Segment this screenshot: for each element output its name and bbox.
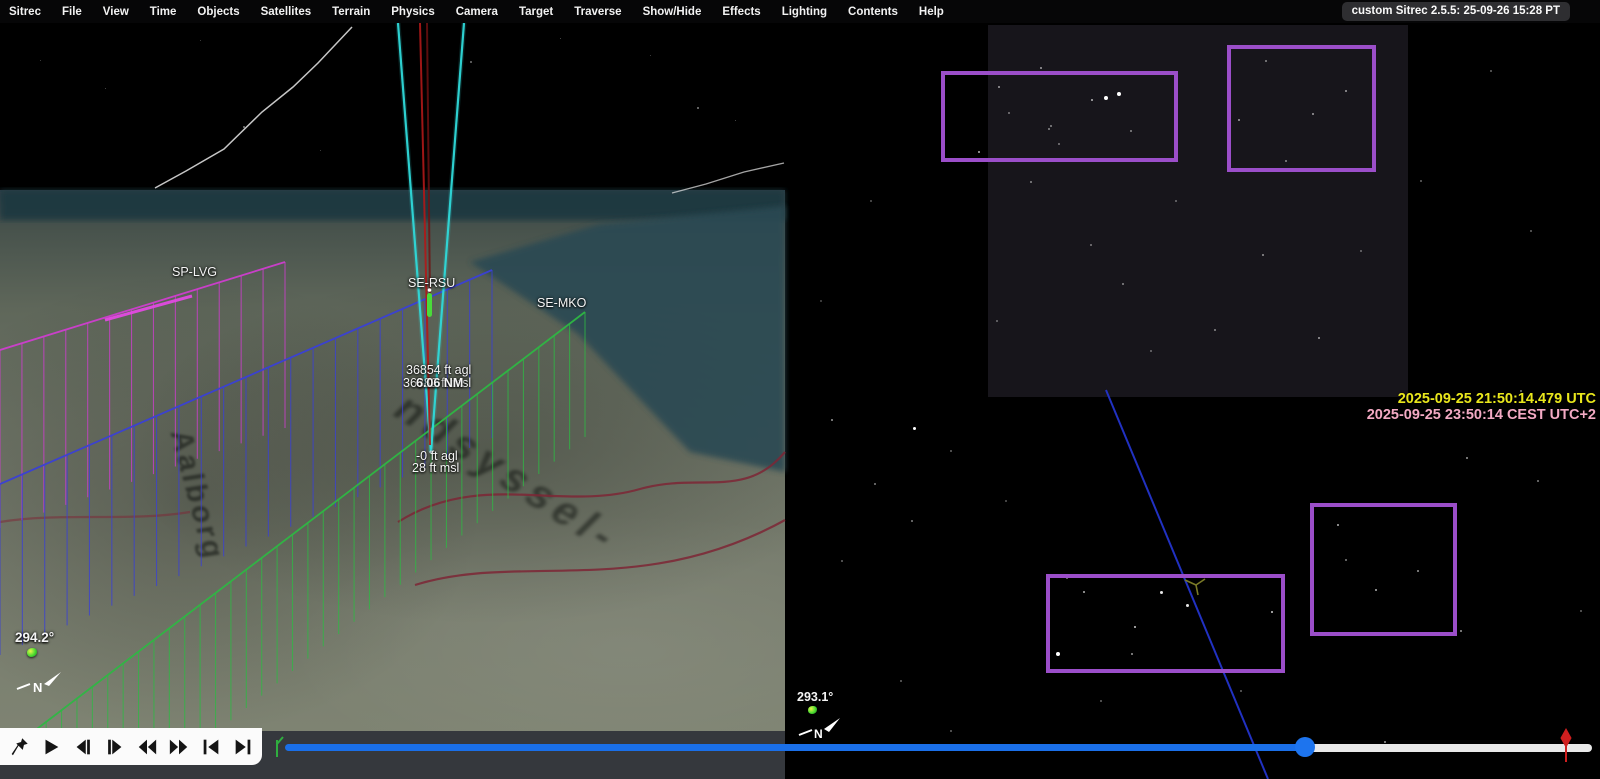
star — [1384, 741, 1386, 743]
star — [1150, 350, 1152, 352]
timeline-handle[interactable] — [1295, 737, 1315, 757]
menu-sitrec[interactable]: Sitrec — [9, 6, 41, 18]
star — [900, 680, 902, 682]
menu-file[interactable]: File — [62, 6, 82, 18]
menu-effects[interactable]: Effects — [722, 6, 760, 18]
menu-traverse[interactable]: Traverse — [574, 6, 621, 18]
star — [735, 120, 736, 121]
rewind-button[interactable] — [134, 734, 160, 760]
menu-help[interactable]: Help — [919, 6, 944, 18]
compass-heading-right: 293.1° — [797, 690, 833, 704]
menu-satellites[interactable]: Satellites — [261, 6, 312, 18]
detection-box — [1046, 574, 1285, 673]
star — [820, 300, 822, 302]
star — [40, 60, 41, 61]
target-agl-readout: 36854 ft agl — [406, 364, 471, 377]
star — [697, 107, 699, 109]
step-forward-button[interactable] — [102, 734, 128, 760]
menu-contents[interactable]: Contents — [848, 6, 898, 18]
track-label-sersu: SE-RSU — [408, 276, 455, 290]
menu-physics[interactable]: Physics — [391, 6, 434, 18]
jump-end-button[interactable] — [230, 734, 256, 760]
terrain-map-view[interactable]: Aalborg ndsyssel- — [0, 190, 785, 731]
menu-target[interactable]: Target — [519, 6, 553, 18]
step-back-icon — [72, 736, 94, 758]
star — [320, 150, 321, 151]
detection-box — [941, 71, 1178, 162]
playback-bar — [0, 728, 262, 765]
star — [1318, 337, 1320, 339]
star — [1240, 690, 1242, 692]
north-letter-right: N — [814, 727, 823, 741]
compass-north-right: N — [799, 718, 840, 741]
detection-box — [1227, 45, 1376, 172]
star — [1262, 254, 1264, 256]
star — [911, 520, 913, 522]
menu-view[interactable]: View — [103, 6, 129, 18]
jump-end-icon — [232, 736, 254, 758]
timeline-track[interactable] — [1305, 744, 1592, 752]
star — [950, 450, 952, 452]
utc-timestamp: 2025-09-25 21:50:14.479 UTC — [1398, 391, 1596, 407]
star — [1100, 700, 1102, 702]
star — [470, 61, 472, 63]
menu-objects[interactable]: Objects — [197, 6, 239, 18]
rewind-icon — [135, 736, 159, 758]
fast-forward-button[interactable] — [166, 734, 192, 760]
star — [913, 427, 916, 430]
detection-box — [1310, 503, 1457, 636]
star — [1537, 480, 1539, 482]
star — [1005, 500, 1007, 502]
play-button[interactable] — [38, 734, 64, 760]
compass-heading-left: 294.2° — [15, 630, 54, 645]
border-lines — [155, 27, 784, 193]
step-back-button[interactable] — [70, 734, 96, 760]
star — [1360, 250, 1362, 252]
step-forward-icon — [104, 736, 126, 758]
fast-forward-icon — [167, 736, 191, 758]
star — [243, 126, 245, 128]
star — [1214, 329, 1216, 331]
star — [200, 40, 201, 41]
star — [1040, 67, 1042, 69]
star — [560, 38, 561, 39]
map-city-label: Aalborg — [162, 428, 231, 563]
star — [1090, 244, 1092, 246]
star — [1175, 200, 1177, 202]
star — [105, 88, 106, 89]
jump-start-icon — [200, 736, 222, 758]
menu-camera[interactable]: Camera — [456, 6, 498, 18]
track-label-semko: SE-MKO — [537, 296, 586, 310]
pin-icon — [8, 736, 30, 758]
star — [1420, 180, 1422, 182]
star — [870, 200, 872, 202]
star — [996, 320, 998, 322]
star — [1530, 230, 1532, 232]
local-timestamp: 2025-09-25 23:50:14 CEST UTC+2 — [1367, 407, 1596, 423]
version-label: custom Sitrec 2.5.5: 25-09-26 15:28 PT — [1342, 2, 1570, 21]
compass-blob-right — [808, 706, 817, 714]
pin-button[interactable] — [6, 734, 32, 760]
star — [831, 419, 833, 421]
ground-msl-readout: 28 ft msl — [412, 462, 459, 475]
star — [1122, 283, 1124, 285]
star — [874, 483, 876, 485]
star — [1580, 610, 1582, 612]
star — [950, 730, 952, 732]
jump-start-button[interactable] — [198, 734, 224, 760]
track-label-splvg: SP-LVG — [172, 265, 217, 279]
star — [1466, 457, 1468, 459]
star — [1460, 630, 1462, 632]
target-range-readout: 6.06 NM — [416, 377, 463, 390]
menu-terrain[interactable]: Terrain — [332, 6, 370, 18]
play-icon — [40, 736, 62, 758]
star — [841, 560, 843, 562]
menu-lighting[interactable]: Lighting — [782, 6, 827, 18]
star — [650, 55, 651, 56]
menu-show-hide[interactable]: Show/Hide — [643, 6, 702, 18]
timeline-progress[interactable] — [285, 744, 1305, 751]
star — [1490, 70, 1492, 72]
menu-time[interactable]: Time — [150, 6, 177, 18]
star — [1030, 181, 1032, 183]
